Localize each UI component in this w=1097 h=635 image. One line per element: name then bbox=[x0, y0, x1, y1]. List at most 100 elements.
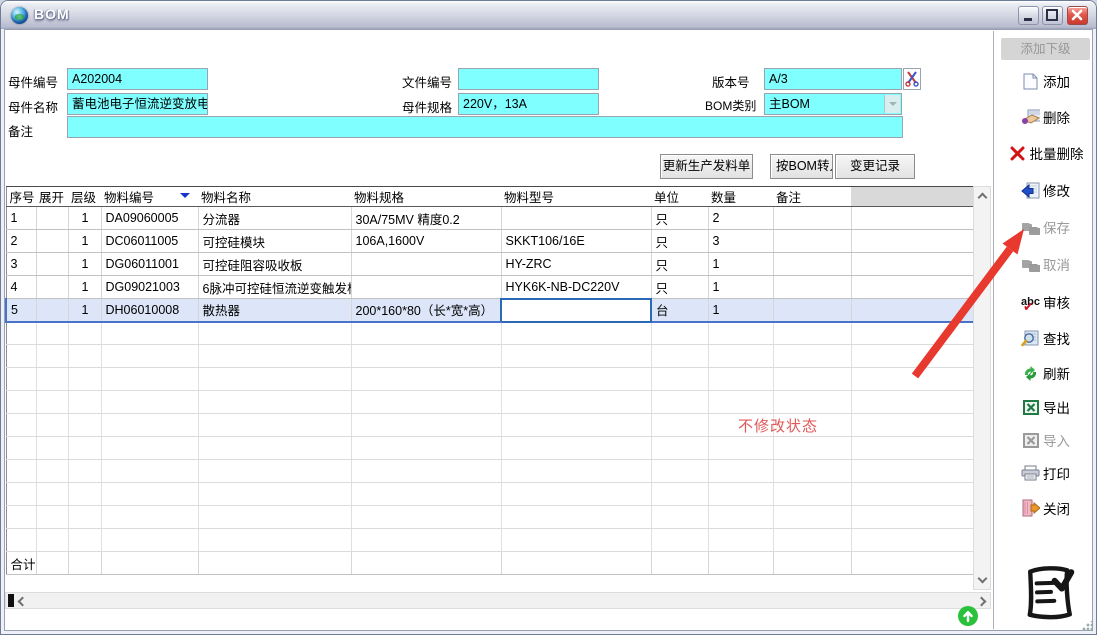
empty-cell bbox=[773, 436, 852, 460]
version-field[interactable]: A/3 bbox=[764, 68, 902, 90]
table-row[interactable]: 4 1 DG09021003 6脉冲可控硅恒流逆变触发板 HYK6K-NB-DC220V… bbox=[6, 275, 975, 299]
check-icon: ✔ bbox=[1023, 299, 1034, 314]
sidebar-button-print[interactable]: 打印 bbox=[997, 461, 1094, 485]
sidebar-button-close[interactable]: 关闭 bbox=[997, 496, 1094, 520]
find-icon bbox=[1021, 329, 1040, 347]
sidebar-button-refresh[interactable]: 刷新 bbox=[997, 361, 1094, 385]
close-button[interactable] bbox=[1067, 6, 1088, 25]
table-row[interactable]: 3 1 DG06011001 可控硅阻容吸收板 HY-ZRC 只 1 bbox=[6, 252, 975, 276]
vertical-scrollbar[interactable] bbox=[973, 186, 991, 590]
doc-no-field[interactable] bbox=[458, 68, 599, 90]
empty-cell bbox=[708, 505, 774, 529]
empty-cell bbox=[651, 436, 709, 460]
col-level[interactable]: 层级 bbox=[68, 186, 101, 207]
empty-cell bbox=[101, 367, 199, 391]
delete-icon bbox=[1021, 108, 1040, 126]
sidebar-button-import[interactable]: 导入 bbox=[997, 428, 1094, 452]
maximize-button[interactable] bbox=[1042, 6, 1063, 25]
horizontal-scrollbar[interactable] bbox=[5, 592, 991, 609]
parent-name-field[interactable]: 蓄电池电子恒流逆变放电 bbox=[67, 93, 208, 115]
empty-cell bbox=[351, 528, 502, 552]
table-row[interactable]: 2 1 DC06011005 可控硅模块 106A,1600V SKKT106/16E 只 3 bbox=[6, 229, 975, 253]
col-item-no[interactable]: 物料编号 bbox=[101, 186, 198, 207]
doc-no-label: 文件编号 bbox=[402, 76, 453, 90]
empty-row bbox=[6, 482, 975, 506]
col-item-model[interactable]: 物料型号 bbox=[501, 186, 651, 207]
hscrollbar-thumb[interactable] bbox=[8, 594, 14, 607]
bom-transfer-button[interactable]: 按BOM转入 bbox=[770, 154, 833, 179]
sidebar-button-find[interactable]: 查找 bbox=[997, 326, 1094, 350]
cell: 1 bbox=[68, 252, 102, 276]
empty-cell bbox=[101, 528, 199, 552]
col-unit[interactable]: 单位 bbox=[651, 186, 708, 207]
sidebar-item-label: 刷新 bbox=[1043, 367, 1070, 382]
sidebar-button-add[interactable]: 添加 bbox=[997, 69, 1094, 93]
cell bbox=[198, 551, 352, 575]
bom-type-select[interactable]: 主BOM bbox=[764, 93, 902, 115]
col-item-spec[interactable]: 物料规格 bbox=[351, 186, 501, 207]
scroll-up-button[interactable] bbox=[976, 189, 989, 203]
editing-cell[interactable] bbox=[500, 297, 652, 323]
empty-row bbox=[6, 436, 975, 460]
minimize-button[interactable] bbox=[1018, 6, 1039, 25]
col-seq[interactable]: 序号 bbox=[6, 186, 36, 207]
col-expand[interactable]: 展开 bbox=[36, 186, 68, 207]
empty-cell bbox=[351, 436, 502, 460]
sidebar-button-batch-delete[interactable]: 批量删除 bbox=[997, 141, 1094, 165]
empty-cell bbox=[198, 413, 352, 437]
sidebar-button-save[interactable]: 保存 bbox=[997, 215, 1094, 239]
empty-cell bbox=[773, 482, 852, 506]
maximize-icon bbox=[1046, 9, 1058, 21]
table-row[interactable]: 1 1 DA09060005 分流器 30A/75MV 精度0.2 只 2 bbox=[6, 206, 975, 230]
col-item-name[interactable]: 物料名称 bbox=[198, 186, 351, 207]
empty-cell bbox=[198, 459, 352, 483]
sidebar-button-modify[interactable]: 修改 bbox=[997, 178, 1094, 202]
cell bbox=[501, 206, 652, 230]
parent-spec-field[interactable]: 220V，13A bbox=[458, 93, 599, 115]
col-remark[interactable]: 备注 bbox=[773, 186, 851, 207]
cell bbox=[36, 275, 69, 299]
empty-cell bbox=[351, 321, 502, 345]
empty-cell bbox=[68, 321, 102, 345]
empty-cell bbox=[36, 321, 69, 345]
cell bbox=[773, 206, 852, 230]
empty-cell bbox=[101, 459, 199, 483]
scroll-left-button[interactable] bbox=[17, 596, 28, 607]
cell: 散热器 bbox=[198, 298, 352, 323]
change-log-button[interactable]: 变更记录 bbox=[835, 154, 915, 179]
scroll-down-button[interactable] bbox=[976, 573, 989, 587]
cell bbox=[773, 551, 852, 575]
table-row-selected[interactable]: 5 1 DH06010008 散热器 200*160*80（长*宽*高）台 1 bbox=[5, 297, 975, 323]
sidebar-button-cancel[interactable]: 取消 bbox=[997, 252, 1094, 276]
empty-cell bbox=[851, 528, 975, 552]
chevron-down-icon[interactable] bbox=[884, 95, 900, 113]
empty-cell bbox=[773, 321, 852, 345]
empty-cell bbox=[501, 367, 652, 391]
scroll-right-button[interactable] bbox=[976, 596, 987, 607]
update-production-issue-button[interactable]: 更新生产发料单 bbox=[660, 154, 753, 179]
empty-cell bbox=[36, 459, 69, 483]
edit-version-button[interactable] bbox=[903, 68, 921, 90]
empty-cell bbox=[851, 459, 975, 483]
add-icon bbox=[1021, 72, 1040, 90]
total-label: 合计 bbox=[6, 551, 37, 575]
empty-cell bbox=[708, 321, 774, 345]
cell: 6脉冲可控硅恒流逆变触发板 bbox=[198, 275, 352, 299]
col-qty[interactable]: 数量 bbox=[708, 186, 773, 207]
sidebar-button-export[interactable]: 导出 bbox=[997, 395, 1094, 419]
title-bar[interactable]: BOM bbox=[1, 1, 1096, 29]
cell bbox=[351, 551, 502, 575]
sidebar-button-audit[interactable]: abc ✔ 审核 bbox=[997, 290, 1094, 314]
parent-no-field[interactable]: A202004 bbox=[67, 68, 208, 90]
empty-cell bbox=[708, 390, 774, 414]
empty-cell bbox=[351, 459, 502, 483]
empty-cell bbox=[198, 528, 352, 552]
remark-field[interactable] bbox=[67, 116, 903, 138]
add-child-button[interactable]: 添加下级 bbox=[1001, 38, 1090, 60]
cell: DC06011005 bbox=[101, 229, 199, 253]
sidebar-button-delete[interactable]: 删除 bbox=[997, 105, 1094, 129]
resize-grip[interactable] bbox=[1082, 621, 1092, 631]
sort-descending-icon[interactable] bbox=[180, 193, 190, 203]
cell: DG06011001 bbox=[101, 252, 199, 276]
close-icon bbox=[1071, 9, 1083, 21]
